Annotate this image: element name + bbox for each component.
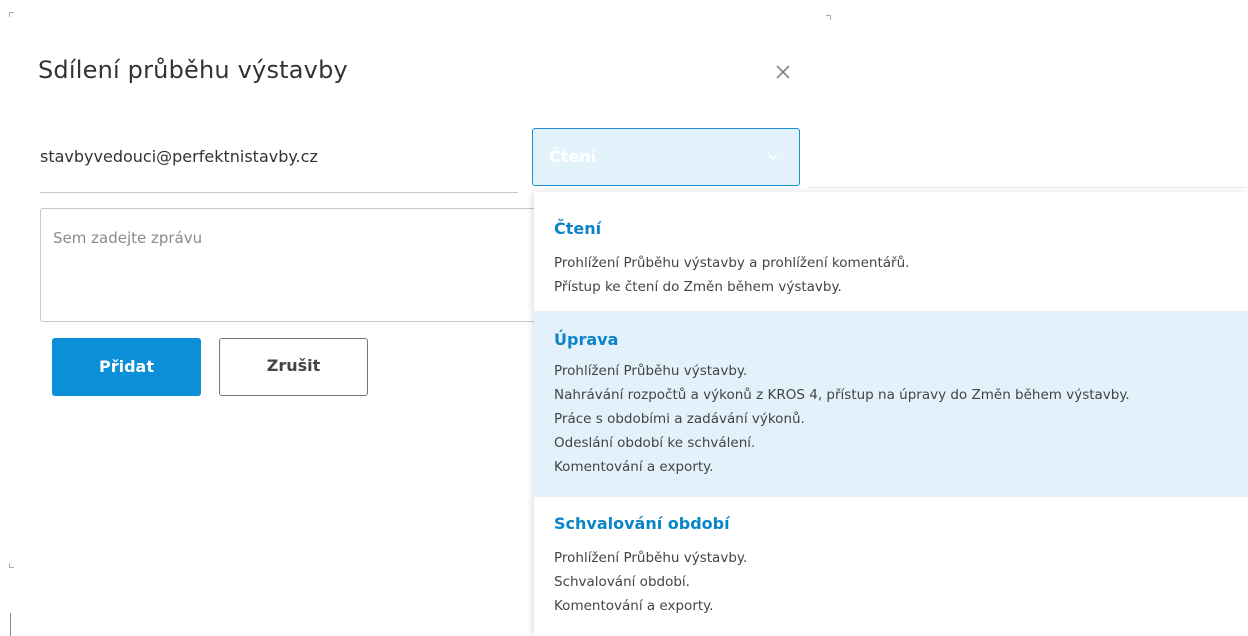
chevron-down-icon bbox=[767, 151, 779, 163]
permission-select[interactable]: Čtení bbox=[532, 128, 800, 186]
corner-mark bbox=[826, 15, 831, 20]
option-description-line: Komentování a exporty. bbox=[554, 598, 714, 614]
option-description-line: Odeslání období ke schválení. bbox=[554, 435, 756, 451]
message-input[interactable] bbox=[41, 209, 539, 321]
option-title: Úprava bbox=[554, 330, 619, 349]
cancel-button[interactable]: Zrušit bbox=[219, 338, 368, 396]
page: Sdílení průběhu výstavby stavbyvedouci@p… bbox=[0, 0, 1248, 636]
option-description-line: Prohlížení Průběhu výstavby. bbox=[554, 550, 748, 566]
corner-mark bbox=[9, 563, 14, 568]
option-read[interactable]: Čtení Prohlížení Průběhu výstavby a proh… bbox=[534, 192, 1248, 311]
edge-line bbox=[10, 613, 11, 636]
option-description-line: Komentování a exporty. bbox=[554, 459, 714, 475]
option-approve-period[interactable]: Schvalování období Prohlížení Průběhu vý… bbox=[534, 497, 1248, 636]
option-title: Čtení bbox=[554, 219, 602, 238]
option-description-line: Schvalování období. bbox=[554, 574, 690, 590]
option-description-line: Práce s obdobími a zadávání výkonů. bbox=[554, 411, 805, 427]
option-title: Schvalování období bbox=[554, 514, 730, 533]
option-edit[interactable]: Úprava Prohlížení Průběhu výstavby. Nahr… bbox=[534, 311, 1248, 497]
permission-selected-value: Čtení bbox=[549, 147, 597, 166]
email-field[interactable]: stavbyvedouci@perfektnistavby.cz bbox=[40, 128, 518, 193]
close-icon bbox=[772, 61, 794, 83]
divider bbox=[808, 187, 1248, 188]
option-description-line: Prohlížení Průběhu výstavby. bbox=[554, 363, 748, 379]
option-description-line: Prohlížení Průběhu výstavby a prohlížení… bbox=[554, 255, 910, 271]
close-button[interactable] bbox=[772, 61, 794, 83]
add-button[interactable]: Přidat bbox=[52, 338, 201, 396]
permission-dropdown: Čtení Prohlížení Průběhu výstavby a proh… bbox=[534, 192, 1248, 636]
message-field[interactable] bbox=[40, 208, 540, 322]
option-description-line: Přístup ke čtení do Změn během výstavby. bbox=[554, 279, 842, 295]
option-description-line: Nahrávání rozpočtů a výkonů z KROS 4, př… bbox=[554, 387, 1130, 403]
corner-mark bbox=[9, 12, 14, 17]
email-value: stavbyvedouci@perfektnistavby.cz bbox=[40, 147, 318, 166]
dialog-title: Sdílení průběhu výstavby bbox=[38, 56, 348, 84]
